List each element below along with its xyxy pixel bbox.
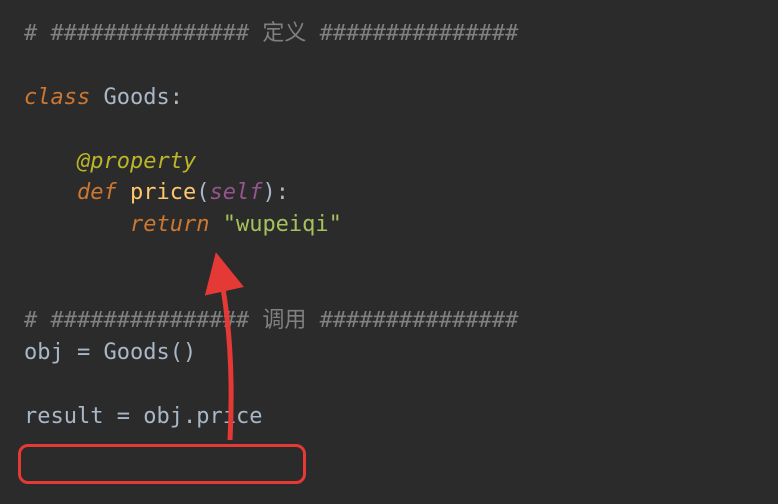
paren-open: (	[196, 180, 209, 205]
function-name: price	[130, 180, 196, 205]
equals: =	[103, 404, 143, 429]
keyword-return: return	[130, 212, 209, 237]
paren-open: (	[170, 340, 183, 365]
paren-close: )	[262, 180, 275, 205]
highlight-box	[18, 444, 306, 484]
paren-close: )	[183, 340, 196, 365]
decorator-at: @	[77, 149, 90, 174]
self-param: self	[209, 180, 262, 205]
colon: :	[276, 180, 289, 205]
comment-line-1: # ############### 定义 ###############	[24, 21, 518, 46]
ident-obj-ref: obj	[143, 404, 183, 429]
comment-line-2: # ############### 调用 ###############	[24, 308, 518, 333]
decorator-name: property	[90, 149, 196, 174]
colon: :	[170, 85, 183, 110]
keyword-class: class	[24, 85, 90, 110]
code-block: # ############### 定义 ############### cla…	[0, 0, 778, 451]
dot: .	[183, 404, 196, 429]
class-name: Goods	[103, 85, 169, 110]
equals: =	[64, 340, 104, 365]
ident-obj: obj	[24, 340, 64, 365]
call-classname: Goods	[104, 340, 170, 365]
ident-result: result	[24, 404, 103, 429]
keyword-def: def	[77, 180, 117, 205]
string-literal: "wupeiqi"	[223, 212, 342, 237]
attr-price: price	[196, 404, 262, 429]
